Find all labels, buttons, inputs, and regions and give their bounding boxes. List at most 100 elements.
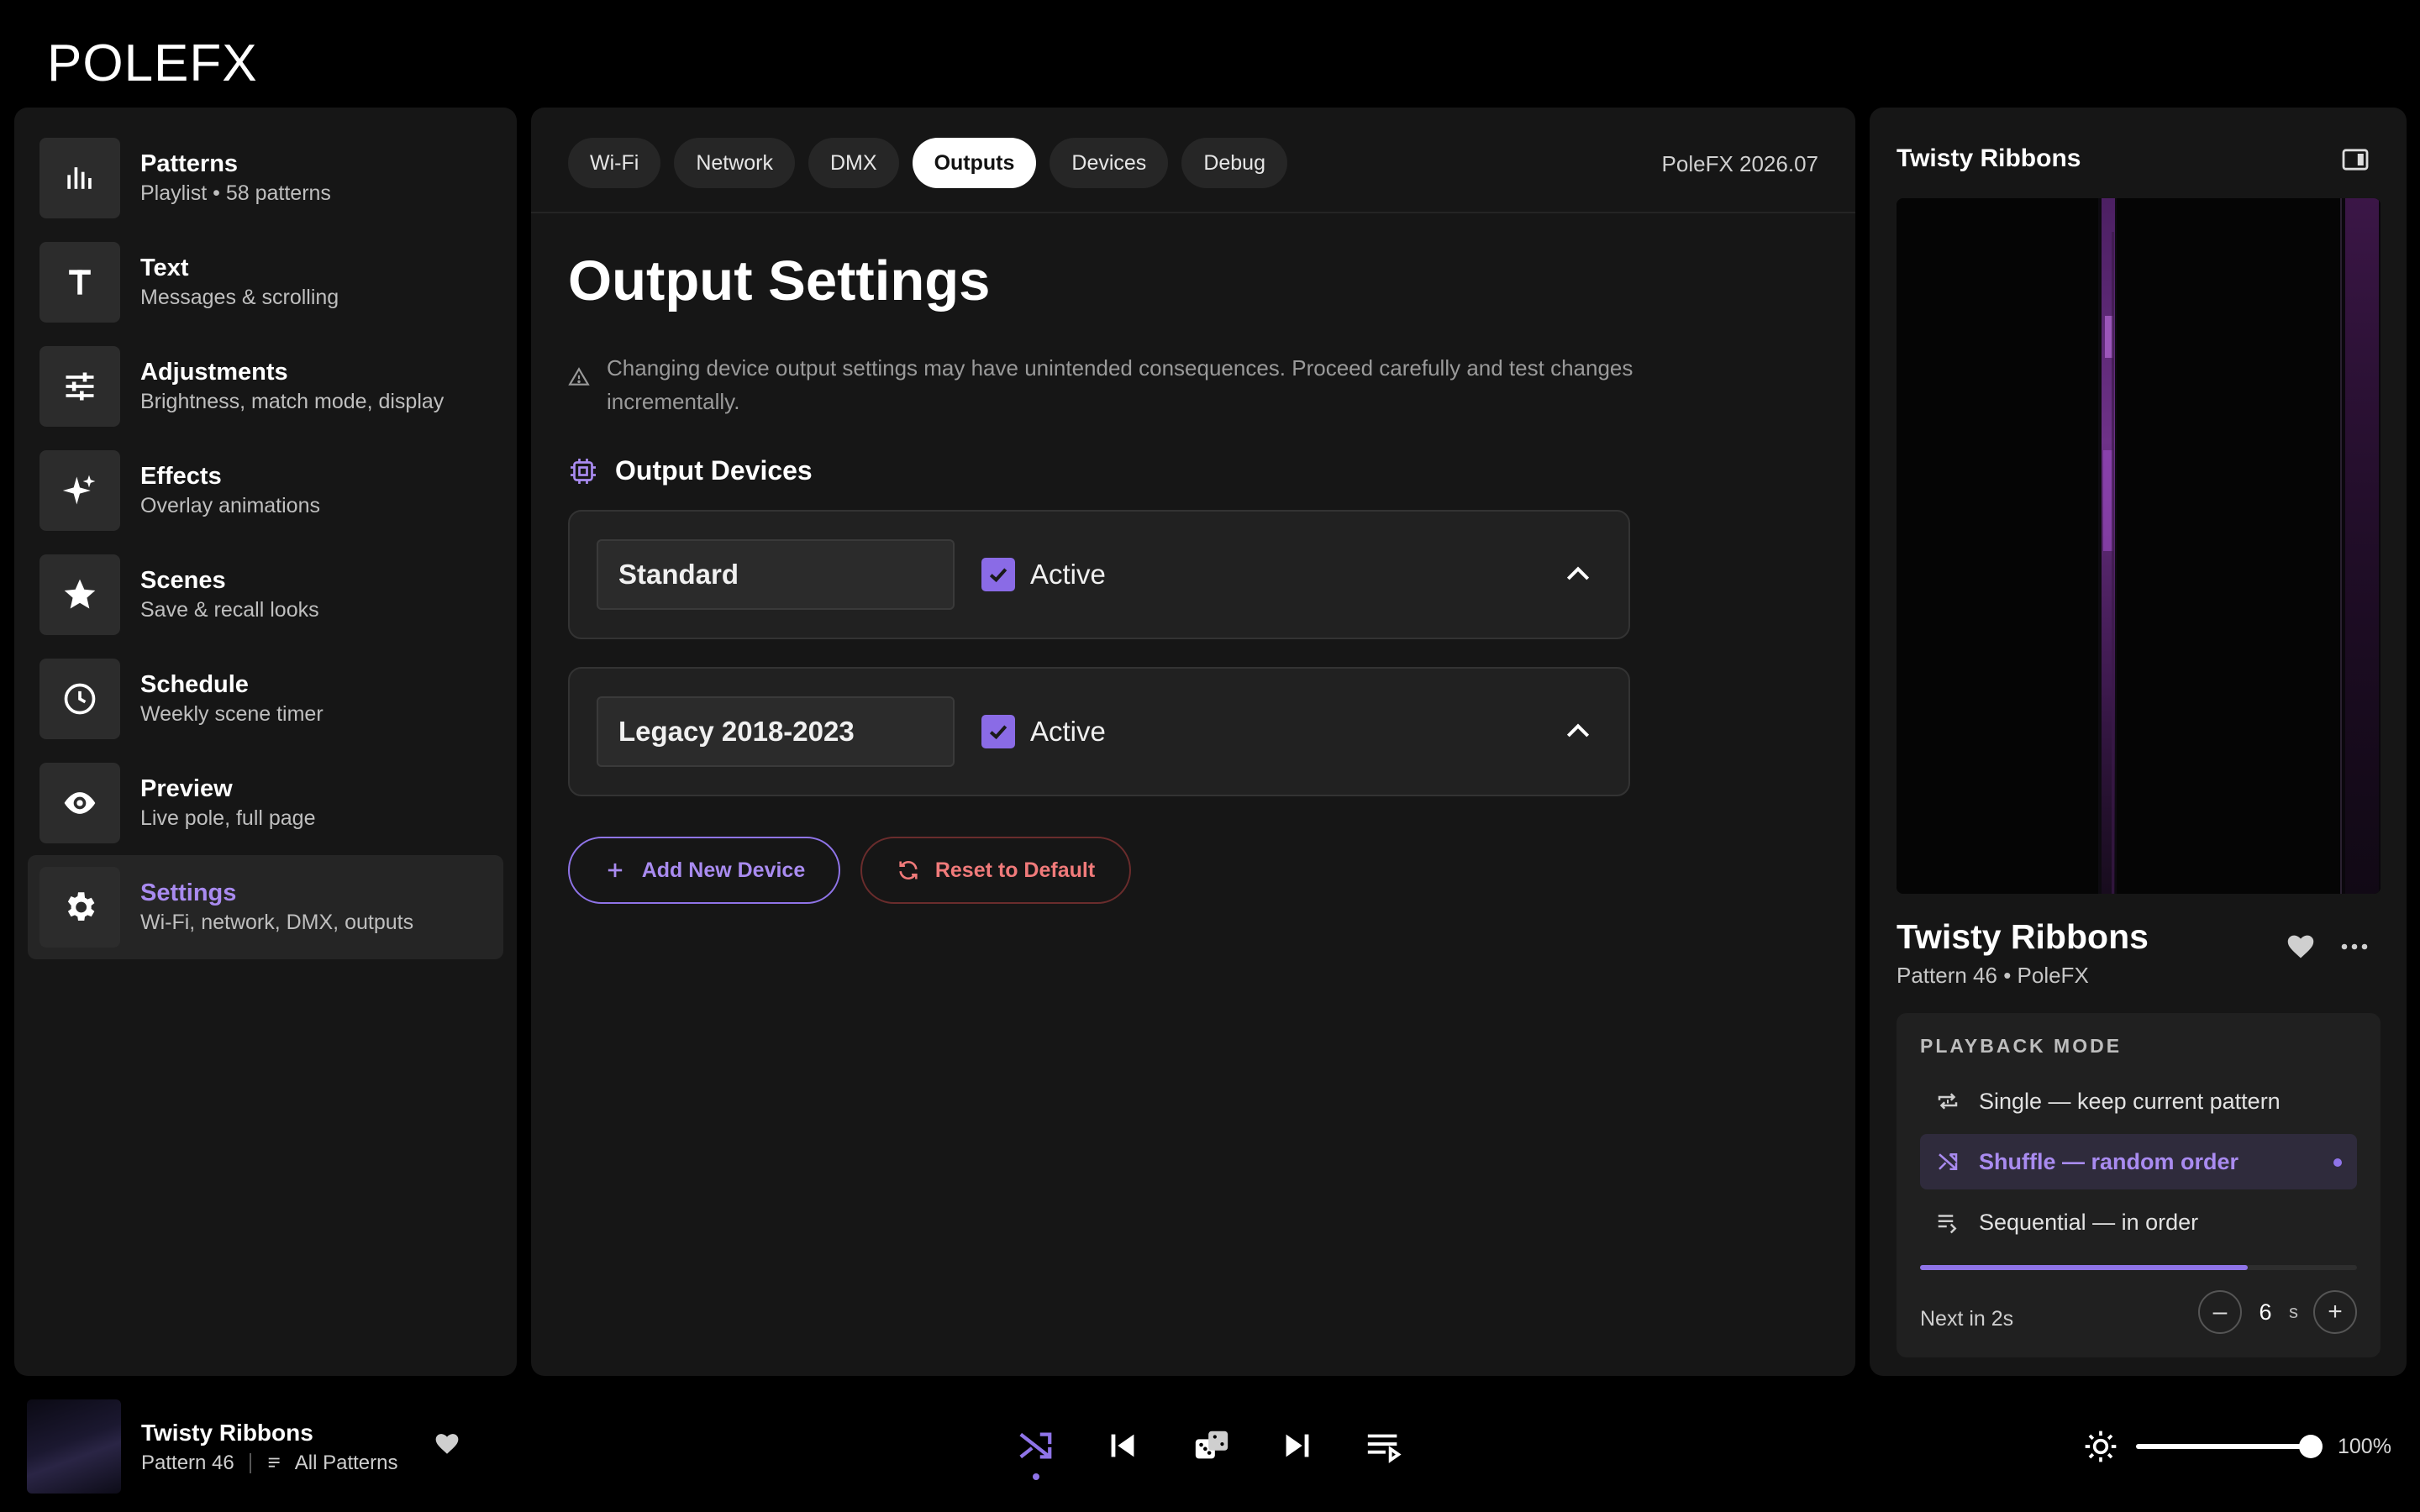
add-device-button[interactable]: Add New Device (568, 837, 840, 904)
shuffle-button[interactable] (1014, 1425, 1056, 1467)
device-card: Standard Active (568, 510, 1630, 639)
slider-fill (2136, 1444, 2311, 1449)
eye-icon (39, 763, 120, 843)
plus-icon (608, 863, 622, 878)
divider (531, 212, 1855, 213)
player-playlist[interactable]: All Patterns (295, 1452, 398, 1475)
favorite-heart-icon[interactable] (2286, 932, 2316, 959)
active-checkbox[interactable] (981, 558, 1015, 591)
active-checkbox[interactable] (981, 715, 1015, 748)
pattern-thumbnail[interactable] (27, 1399, 121, 1494)
sidebar-item-schedule[interactable]: Schedule Weekly scene timer (28, 647, 503, 751)
selected-dot (2333, 1158, 2342, 1167)
nav-title: Effects (140, 463, 222, 490)
device-name-field[interactable]: Legacy 2018-2023 (597, 696, 955, 767)
progress-fill (1920, 1265, 2248, 1270)
random-pattern-button[interactable] (1191, 1425, 1233, 1467)
active-label: Active (1030, 716, 1106, 747)
skip-previous-icon (1111, 1434, 1134, 1457)
nav-subtitle: Messages & scrolling (140, 286, 339, 309)
chevron-up-icon (1566, 566, 1590, 580)
clock-icon (39, 659, 120, 739)
check-icon (989, 568, 1007, 583)
playlist-icon (268, 1457, 280, 1467)
increment-button[interactable]: + (2313, 1290, 2357, 1334)
tab-debug[interactable]: Debug (1181, 138, 1287, 188)
next-countdown: Next in 2s (1920, 1307, 2014, 1331)
collapse-button[interactable] (1558, 711, 1598, 752)
device-name-field[interactable]: Standard (597, 539, 955, 610)
playback-heading: PLAYBACK MODE (1920, 1035, 2123, 1057)
slider-handle[interactable] (2299, 1435, 2323, 1458)
nav-subtitle: Playlist • 58 patterns (140, 181, 331, 205)
list-order-icon (1938, 1215, 1957, 1234)
collapse-button[interactable] (1558, 554, 1598, 595)
interval-value[interactable]: 6 (2242, 1299, 2289, 1326)
favorite-heart-icon[interactable] (434, 1431, 460, 1455)
nav-subtitle: Overlay animations (140, 494, 320, 517)
gear-icon (39, 867, 120, 948)
shuffle-active-dot (1033, 1473, 1039, 1480)
bar-chart-icon (39, 138, 120, 218)
warning-icon (568, 367, 590, 386)
next-button[interactable] (1276, 1425, 1318, 1467)
tab-wifi[interactable]: Wi-Fi (568, 138, 661, 188)
nav-subtitle: Wi-Fi, network, DMX, outputs (140, 911, 414, 934)
sidebar-item-adjustments[interactable]: Adjustments Brightness, match mode, disp… (28, 334, 503, 438)
nav-subtitle: Weekly scene timer (140, 702, 324, 726)
reset-default-button[interactable]: Reset to Default (860, 837, 1131, 904)
playback-option-label: Sequential — in order (1979, 1209, 2199, 1235)
version-label: PoleFX 2026.07 (1661, 151, 1818, 176)
settings-panel: Wi-Fi Network DMX Outputs Devices Debug … (531, 108, 1855, 1376)
text-icon (39, 242, 120, 323)
playback-option-sequential[interactable]: Sequential — in order (1920, 1194, 2357, 1250)
player-bar: Twisty Ribbons Pattern 46 All Patterns 1… (0, 1386, 2420, 1512)
nav-subtitle: Live pole, full page (140, 806, 316, 830)
add-device-label: Add New Device (641, 858, 806, 882)
previous-button[interactable] (1102, 1425, 1144, 1467)
separator (249, 1453, 251, 1473)
next-pattern-progress (1920, 1265, 2357, 1270)
nav-title: Scenes (140, 567, 226, 594)
pattern-title: Twisty Ribbons (1897, 917, 2149, 956)
nav-title: Adjustments (140, 359, 288, 386)
tab-dmx[interactable]: DMX (808, 138, 899, 188)
tab-outputs[interactable]: Outputs (912, 138, 1037, 188)
playback-option-shuffle[interactable]: Shuffle — random order (1920, 1134, 2357, 1189)
warning-notice: Changing device output settings may have… (568, 351, 1660, 418)
shuffle-icon (1019, 1432, 1052, 1459)
warning-text: Changing device output settings may have… (607, 355, 1634, 414)
section-title: Output Devices (615, 455, 813, 486)
queue-list-icon (1367, 1434, 1402, 1463)
reset-default-label: Reset to Default (934, 858, 1096, 882)
sidebar-item-preview[interactable]: Preview Live pole, full page (28, 751, 503, 855)
nav-title: Settings (140, 879, 237, 906)
decrement-button[interactable]: – (2198, 1290, 2242, 1334)
panel-toggle-icon[interactable] (2341, 148, 2370, 171)
interval-stepper: – 6 s + (2198, 1290, 2357, 1334)
playback-option-single[interactable]: Single — keep current pattern (1920, 1074, 2357, 1129)
tab-network[interactable]: Network (674, 138, 795, 188)
check-icon (989, 725, 1007, 740)
repeat-one-icon (1938, 1093, 1958, 1110)
sidebar-item-settings[interactable]: Settings Wi-Fi, network, DMX, outputs (28, 855, 503, 959)
sidebar-item-patterns[interactable]: Patterns Playlist • 58 patterns (28, 126, 503, 230)
sidebar-item-scenes[interactable]: Scenes Save & recall looks (28, 543, 503, 647)
dice-icon (1195, 1431, 1228, 1459)
player-subtitle: Pattern 46 All Patterns (141, 1452, 397, 1475)
nav-subtitle: Brightness, match mode, display (140, 390, 445, 413)
now-playing-panel: Twisty Ribbons Twisty Ribbons Pattern 46… (1870, 108, 2407, 1376)
nav-subtitle: Save & recall looks (140, 598, 319, 622)
nav-title: Schedule (140, 671, 249, 698)
brightness-slider[interactable] (2136, 1444, 2311, 1449)
device-card: Legacy 2018-2023 Active (568, 667, 1630, 796)
brightness-value: 100% (2338, 1435, 2391, 1458)
pattern-preview (1897, 198, 2381, 894)
sidebar-item-effects[interactable]: Effects Overlay animations (28, 438, 503, 543)
section-header: Output Devices (568, 455, 813, 486)
star-icon (39, 554, 120, 635)
sidebar-item-text[interactable]: Text Messages & scrolling (28, 230, 503, 334)
tab-devices[interactable]: Devices (1050, 138, 1169, 188)
more-options-icon[interactable] (2339, 934, 2370, 959)
queue-button[interactable] (1363, 1425, 1405, 1467)
